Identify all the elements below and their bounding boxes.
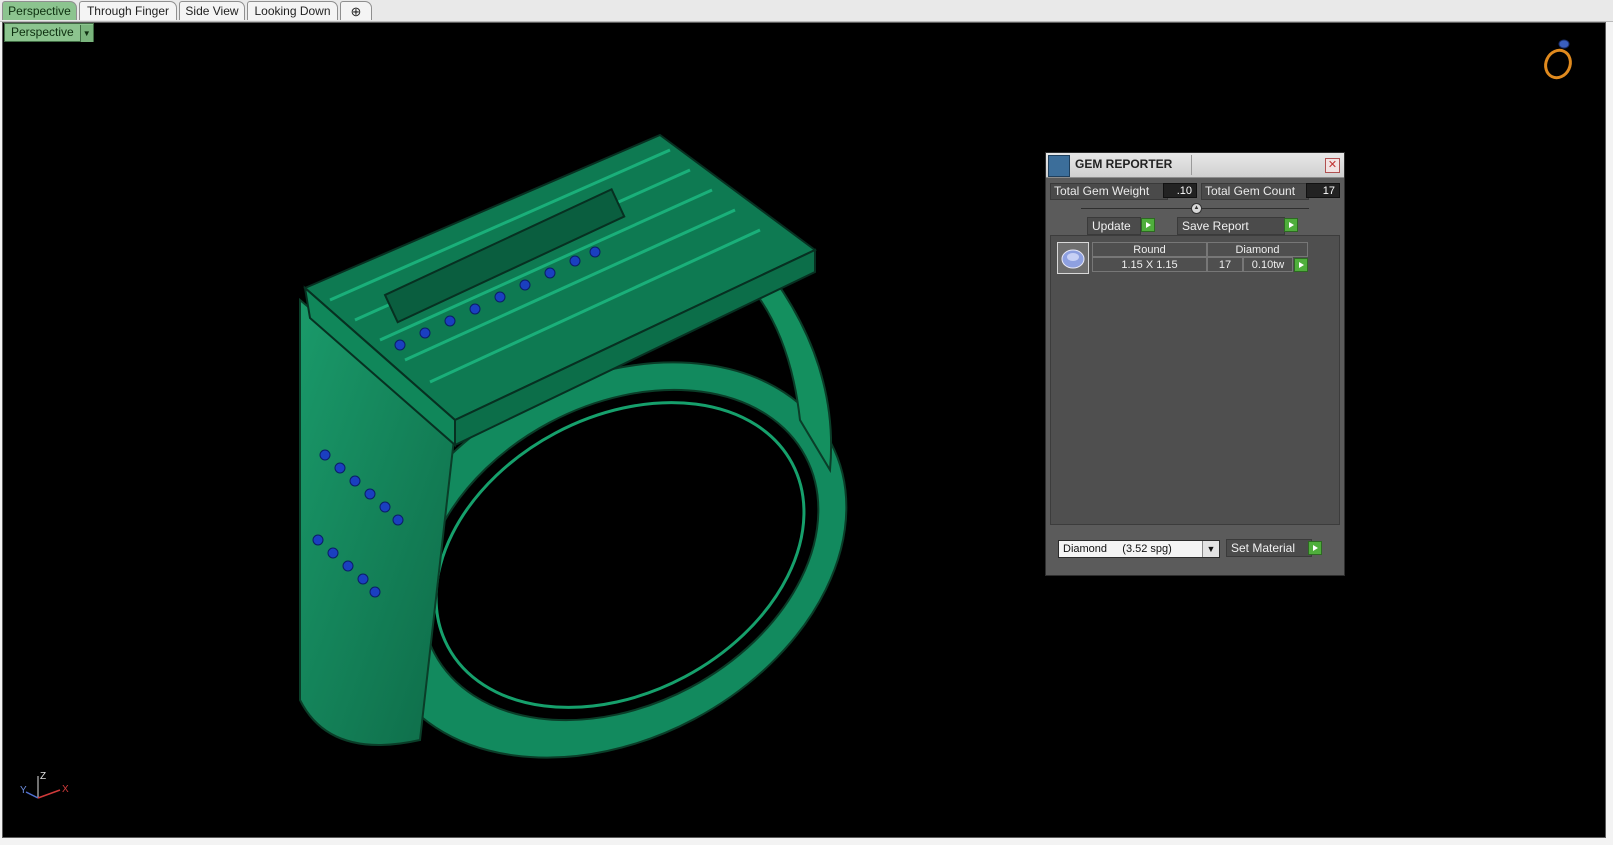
gem-row-select-button[interactable] xyxy=(1294,258,1308,272)
gem-count-cell: 17 xyxy=(1207,257,1243,272)
total-gem-weight-value: .10 xyxy=(1163,183,1197,198)
total-gem-count-value: 17 xyxy=(1306,183,1340,198)
axis-z-label: Z xyxy=(40,771,46,782)
axis-y-label: Y xyxy=(20,785,27,796)
ring-model[interactable] xyxy=(0,0,1613,845)
material-select-value: Diamond (3.52 spg) xyxy=(1063,543,1172,555)
title-divider xyxy=(1191,155,1192,175)
gem-material-cell: Diamond xyxy=(1207,242,1308,257)
material-select[interactable]: Diamond (3.52 spg) ▼ xyxy=(1058,540,1220,558)
total-gem-count-label: Total Gem Count xyxy=(1201,183,1309,200)
gem-weight-cell: 0.10tw xyxy=(1243,257,1293,272)
gem-reporter-title: GEM REPORTER xyxy=(1075,157,1173,171)
set-material-button[interactable] xyxy=(1308,541,1322,555)
set-material-button-label[interactable]: Set Material xyxy=(1226,539,1312,557)
gem-reporter-logo-icon xyxy=(1048,155,1070,177)
update-button[interactable] xyxy=(1141,218,1155,232)
axis-gizmo-icon: Z Y X xyxy=(20,771,69,799)
gem-list: Round Diamond 1.15 X 1.15 17 0.10tw xyxy=(1050,235,1340,525)
collapse-toggle-icon[interactable]: ▲ xyxy=(1191,203,1202,214)
ring-logo-icon xyxy=(1544,39,1572,80)
axis-x-label: X xyxy=(62,784,69,795)
save-report-button-label[interactable]: Save Report xyxy=(1177,217,1285,235)
update-button-label[interactable]: Update xyxy=(1087,217,1141,235)
gem-shape-cell: Round xyxy=(1092,242,1207,257)
save-report-button[interactable] xyxy=(1284,218,1298,232)
close-icon[interactable]: ✕ xyxy=(1325,158,1340,173)
gem-reporter-titlebar[interactable]: GEM REPORTER ✕ xyxy=(1046,153,1344,178)
chevron-down-icon: ▼ xyxy=(1202,541,1219,557)
gem-reporter-panel: GEM REPORTER ✕ Total Gem Weight .10 Tota… xyxy=(1045,152,1345,576)
gem-size-cell: 1.15 X 1.15 xyxy=(1092,257,1207,272)
round-gem-thumbnail-icon[interactable] xyxy=(1057,242,1089,274)
total-gem-weight-label: Total Gem Weight xyxy=(1050,183,1168,200)
